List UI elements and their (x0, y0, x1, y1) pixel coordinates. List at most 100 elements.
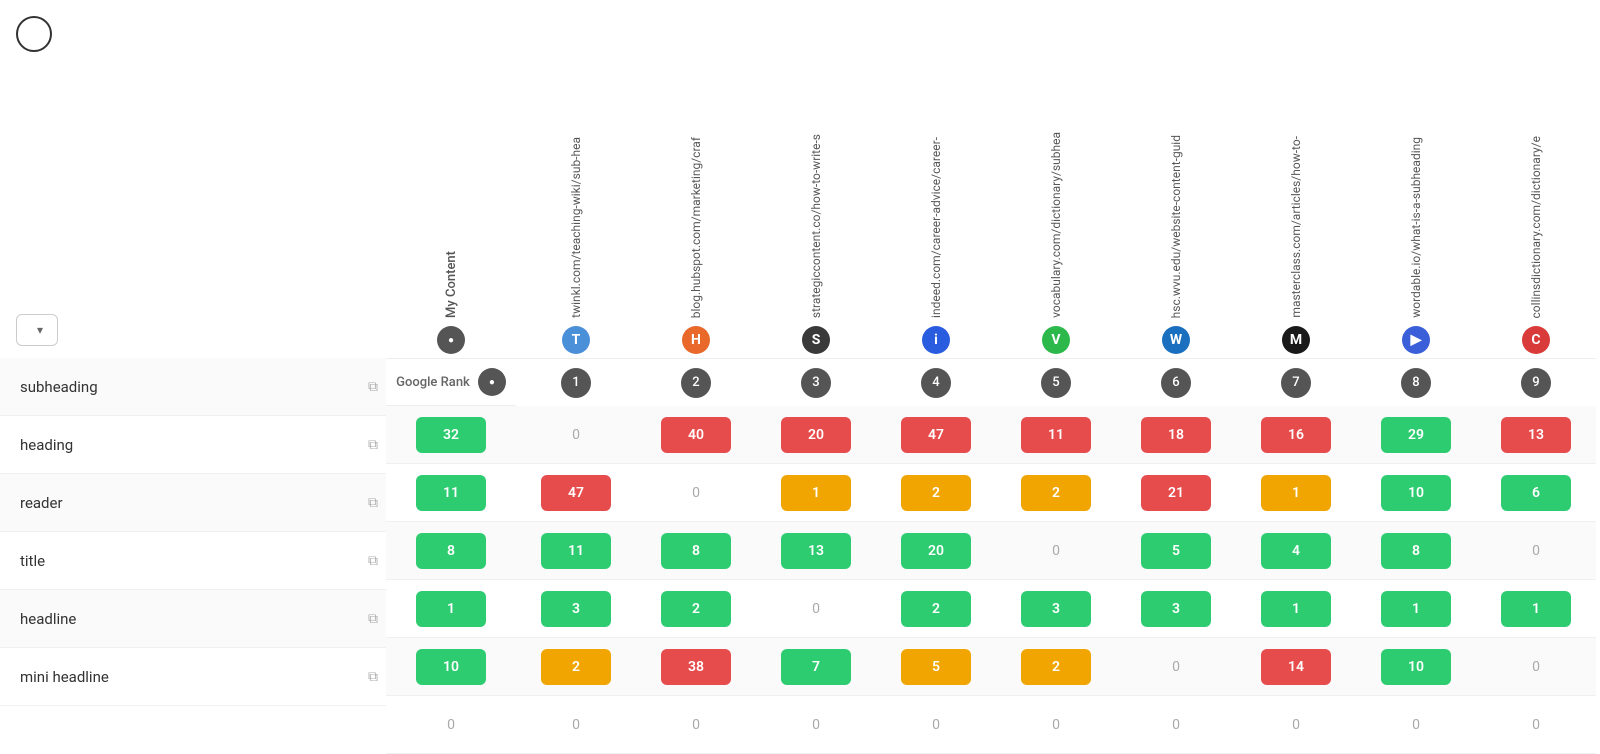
cell-col7-row4: 10 (1356, 638, 1476, 696)
row-label-text: reader (20, 494, 63, 512)
column-url: masterclass.com/articles/how-to- (1289, 136, 1303, 318)
cell-col6-row4: 14 (1236, 638, 1356, 696)
copy-icon[interactable]: ⧉ (368, 669, 378, 685)
cell-badge: 18 (1141, 417, 1211, 453)
cell-badge: 1 (781, 475, 851, 511)
column-header-5: hsc.wvu.edu/website-content-guidW (1116, 0, 1236, 358)
my-content-icon: ● (437, 326, 465, 354)
column-favicon: ▶ (1402, 326, 1430, 354)
column-favicon: C (1522, 326, 1550, 354)
cell-badge: 1 (1381, 591, 1451, 627)
cell-col1-row5: 0 (636, 696, 756, 754)
cell-col5-row5: 0 (1116, 696, 1236, 754)
column-rank-badge: 8 (1401, 368, 1431, 398)
competitor-column-6: masterclass.com/articles/how-to-M7161411… (1236, 0, 1356, 754)
row-labels: subheading⧉heading⧉reader⧉title⧉headline… (0, 358, 386, 706)
cell-badge: 11 (541, 533, 611, 569)
cell-col0-row0: 0 (516, 406, 636, 464)
column-url: collinsdictionary.com/dictionary/e (1529, 136, 1543, 318)
cell-col5-row2: 5 (1116, 522, 1236, 580)
cell-col4-row1: 2 (996, 464, 1116, 522)
cell-badge: 3 (1021, 591, 1091, 627)
column-rank-badge: 4 (921, 368, 951, 398)
copy-icon[interactable]: ⧉ (368, 379, 378, 395)
column-url: vocabulary.com/dictionary/subhea (1049, 132, 1063, 318)
cell-col1-row2: 8 (636, 522, 756, 580)
column-url: wordable.io/what-is-a-subheading (1409, 137, 1423, 318)
copy-icon[interactable]: ⧉ (368, 553, 378, 569)
column-rank-badge: 9 (1521, 368, 1551, 398)
cell-col3-row4: 5 (876, 638, 996, 696)
my-content-cell-2: 8 (386, 522, 516, 580)
column-favicon: S (802, 326, 830, 354)
my-content-cell-1: 11 (386, 464, 516, 522)
cell-col0-row5: 0 (516, 696, 636, 754)
copy-icon[interactable]: ⧉ (368, 495, 378, 511)
cell-badge: 1 (1261, 591, 1331, 627)
my-content-cells: 321181100 (386, 406, 516, 754)
column-header-2: strategiccontent.co/how-to-write-s S (756, 0, 876, 358)
cell-col2-row4: 7 (756, 638, 876, 696)
row-label-mini-headline: mini headline⧉ (0, 648, 386, 706)
copy-icon[interactable]: ⧉ (368, 611, 378, 627)
cell-badge: 2 (901, 591, 971, 627)
cell-col2-row0: 20 (756, 406, 876, 464)
cell-col1-row4: 38 (636, 638, 756, 696)
cell-col8-row0: 13 (1476, 406, 1596, 464)
close-button[interactable] (16, 16, 52, 52)
cell-col5-row1: 21 (1116, 464, 1236, 522)
cell-col2-row3: 0 (756, 580, 876, 638)
cell-badge: 8 (416, 533, 486, 569)
cell-badge: 8 (1381, 533, 1451, 569)
cell-badge: 16 (1261, 417, 1331, 453)
column-rank-row: 6 (1116, 358, 1236, 406)
cell-badge: 10 (1381, 649, 1451, 685)
column-url: hsc.wvu.edu/website-content-guid (1169, 135, 1183, 318)
cell-col0-row2: 11 (516, 522, 636, 580)
cell-col1-row1: 0 (636, 464, 756, 522)
cell-col7-row2: 8 (1356, 522, 1476, 580)
cell-badge: 8 (661, 533, 731, 569)
cell-badge: 5 (1141, 533, 1211, 569)
top-topics-button[interactable]: ▾ (16, 314, 58, 346)
cell-badge: 21 (1141, 475, 1211, 511)
column-rank-row: 3 (756, 358, 876, 406)
my-content-cell-0: 32 (386, 406, 516, 464)
column-header-7: wordable.io/what-is-a-subheading ▶ (1356, 0, 1476, 358)
cell-badge: 11 (416, 475, 486, 511)
column-rank-badge: 3 (801, 368, 831, 398)
my-content-cell-3: 1 (386, 580, 516, 638)
competitor-column-3: indeed.com/career-advice/career-i4472202… (876, 0, 996, 754)
column-header-3: indeed.com/career-advice/career-i (876, 0, 996, 358)
my-content-rank-badge: ● (478, 368, 506, 396)
cell-badge: 5 (901, 649, 971, 685)
cell-col6-row5: 0 (1236, 696, 1356, 754)
cell-col4-row2: 0 (996, 522, 1116, 580)
left-panel: ▾ subheading⧉heading⧉reader⧉title⧉headli… (0, 0, 386, 754)
column-rank-badge: 2 (681, 368, 711, 398)
cell-col6-row1: 1 (1236, 464, 1356, 522)
cell-col4-row3: 3 (996, 580, 1116, 638)
google-rank-label: Google Rank (396, 375, 470, 390)
column-rank-row: 5 (996, 358, 1116, 406)
column-rank-badge: 5 (1041, 368, 1071, 398)
cell-col2-row2: 13 (756, 522, 876, 580)
cell-col6-row2: 4 (1236, 522, 1356, 580)
cell-col0-row4: 2 (516, 638, 636, 696)
competitor-column-2: strategiccontent.co/how-to-write-s S 3 20 1 1… (756, 0, 876, 754)
my-content-cell-5: 0 (386, 696, 516, 754)
row-label-text: title (20, 552, 45, 570)
cell-col3-row5: 0 (876, 696, 996, 754)
cell-badge: 47 (901, 417, 971, 453)
cell-col5-row3: 3 (1116, 580, 1236, 638)
cell-badge: 1 (416, 591, 486, 627)
column-favicon: T (562, 326, 590, 354)
copy-icon[interactable]: ⧉ (368, 437, 378, 453)
column-header-1: blog.hubspot.com/marketing/crafH (636, 0, 756, 358)
cell-badge: 11 (1021, 417, 1091, 453)
cell-badge: 20 (781, 417, 851, 453)
column-url: strategiccontent.co/how-to-write-s (809, 134, 823, 318)
right-panel: My Content● Google Rank● 321181100 twink… (386, 0, 1600, 754)
cell-badge: 4 (1261, 533, 1331, 569)
cell-badge: 2 (1021, 649, 1091, 685)
